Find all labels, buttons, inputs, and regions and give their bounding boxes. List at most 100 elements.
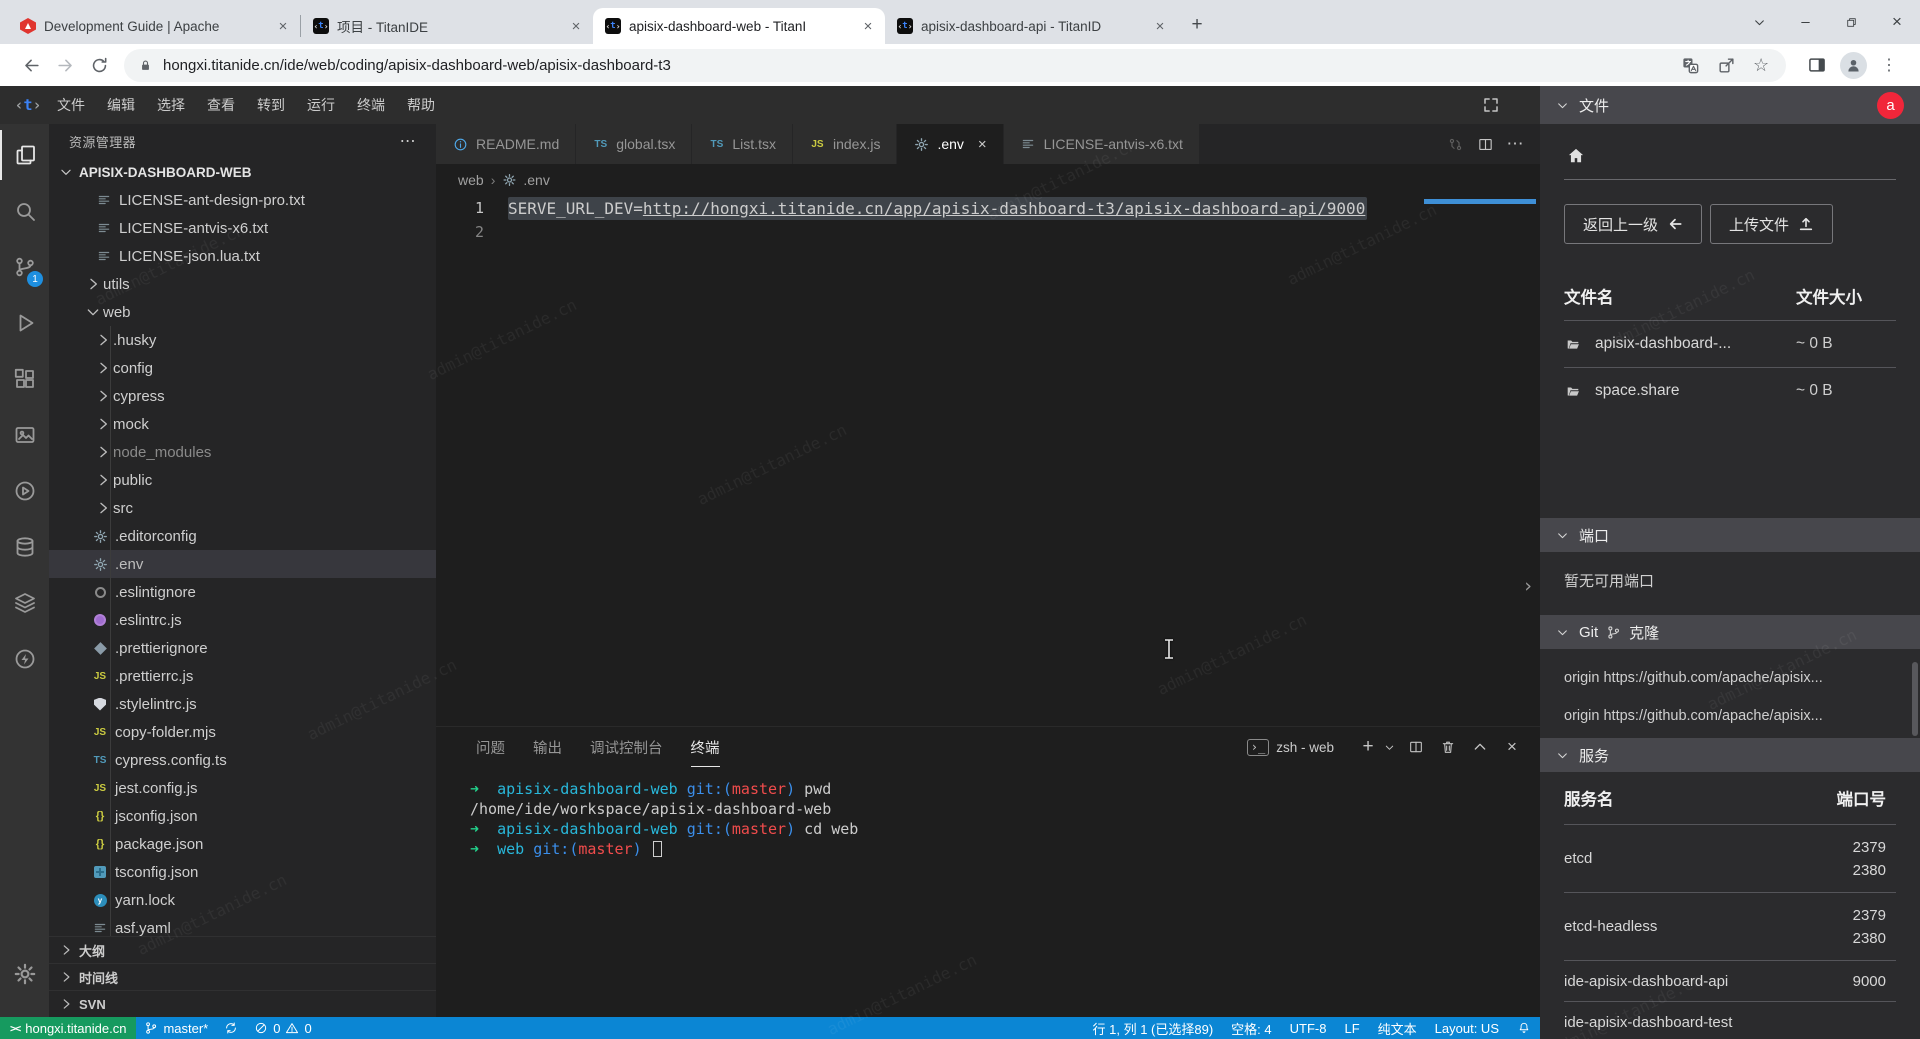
go-up-button[interactable]: 返回上一级 [1564,204,1702,244]
address-bar[interactable]: hongxi.titanide.cn/ide/web/coding/apisix… [124,49,1786,82]
terminal-dropdown-icon[interactable] [1382,735,1396,759]
language-mode[interactable]: 纯文本 [1369,1017,1426,1039]
git-remote-row[interactable]: origin https://github.com/apache/apisix.… [1564,697,1896,735]
close-tab-icon[interactable]: × [567,17,585,35]
browser-tab[interactable]: ‹t›apisix-dashboard-api - TitanID× [885,8,1177,44]
close-panel-icon[interactable]: × [1500,735,1524,759]
home-icon[interactable] [1566,146,1586,166]
split-terminal-icon[interactable] [1404,735,1428,759]
problems-indicator[interactable]: 0 0 [246,1017,319,1039]
keyboard-layout[interactable]: Layout: US [1426,1017,1508,1039]
tree-folder-config[interactable]: config [49,354,436,382]
panel-tab-问题[interactable]: 问题 [476,727,505,767]
maximize-panel-icon[interactable] [1468,735,1492,759]
shell-label[interactable]: zsh - web [1276,740,1334,755]
menu-运行[interactable]: 运行 [296,86,346,124]
tree-folder-utils[interactable]: utils [49,270,436,298]
service-row-ide-apisix-dashboard-test[interactable]: ide-apisix-dashboard-test [1564,1001,1896,1039]
browser-tab[interactable]: Development Guide | Apache× [8,8,300,44]
tree-folder-mock[interactable]: mock [49,410,436,438]
ports-section-header[interactable]: 端口 [1540,518,1920,552]
side-panel-icon[interactable] [1800,48,1834,82]
reload-icon[interactable] [82,48,116,82]
section-SVN[interactable]: SVN [49,990,436,1017]
git-section-header[interactable]: Git 克隆 [1540,615,1920,649]
activity-gallery[interactable] [0,410,49,460]
indentation[interactable]: 空格: 4 [1222,1017,1280,1039]
activity-extensions[interactable] [0,354,49,404]
encoding[interactable]: UTF-8 [1281,1017,1336,1039]
tree-folder-node_modules[interactable]: node_modules [49,438,436,466]
terminal-output[interactable]: ➜ apisix-dashboard-web git:(master) pwd/… [436,767,1540,859]
tree-file-LICENSE-antvis-x6.txt[interactable]: LICENSE-antvis-x6.txt [49,214,436,242]
minimize-button[interactable] [1782,0,1828,44]
tree-file-jsconfig.json[interactable]: {}jsconfig.json [49,802,436,830]
panel-expand-chevron[interactable]: › [1520,572,1536,600]
activity-layers[interactable] [0,578,49,628]
section-时间线[interactable]: 时间线 [49,963,436,990]
tree-file-.prettierignore[interactable]: .prettierignore [49,634,436,662]
close-tab-icon[interactable]: × [978,136,987,153]
menu-帮助[interactable]: 帮助 [396,86,446,124]
notifications-bell[interactable] [1508,1017,1540,1039]
url-link[interactable]: http://hongxi.titanide.cn/app/apisix-das… [643,199,1365,218]
share-icon[interactable] [1717,56,1736,75]
remote-indicator[interactable]: >< hongxi.titanide.cn [0,1017,136,1039]
tree-file-tsconfig.json[interactable]: tsconfig.json [49,858,436,886]
service-row-ide-apisix-dashboard-api[interactable]: ide-apisix-dashboard-api9000 [1564,960,1896,1001]
activity-search[interactable] [0,186,49,236]
tree-file-.stylelintrc.js[interactable]: .stylelintrc.js [49,690,436,718]
menu-编辑[interactable]: 编辑 [96,86,146,124]
menu-转到[interactable]: 转到 [246,86,296,124]
tree-file-.prettierrc.js[interactable]: JS.prettierrc.js [49,662,436,690]
tree-file-.eslintrc.js[interactable]: .eslintrc.js [49,606,436,634]
forward-icon[interactable] [48,48,82,82]
section-大纲[interactable]: 大纲 [49,936,436,963]
tree-folder-cypress[interactable]: cypress [49,382,436,410]
tree-file-LICENSE-ant-design-pro.txt[interactable]: LICENSE-ant-design-pro.txt [49,186,436,214]
tab-search-icon[interactable] [1736,0,1782,44]
editor-tab-global.tsx[interactable]: TSglobal.tsx [576,124,692,164]
restore-button[interactable] [1828,0,1874,44]
tree-file-yarn.lock[interactable]: yyarn.lock [49,886,436,914]
breadcrumb-folder[interactable]: web [458,172,484,188]
code-line[interactable]: 2 [436,220,1540,244]
git-clone-label[interactable]: 克隆 [1629,622,1659,643]
close-window-button[interactable]: × [1874,0,1920,44]
tree-file-.eslintignore[interactable]: .eslintignore [49,578,436,606]
new-terminal-icon[interactable]: + [1356,735,1380,759]
services-section-header[interactable]: 服务 [1540,738,1920,772]
breadcrumb-file[interactable]: .env [523,172,549,188]
tree-file-jest.config.js[interactable]: JSjest.config.js [49,774,436,802]
close-tab-icon[interactable]: × [1151,17,1169,35]
tree-file-.env[interactable]: .env [49,550,436,578]
code-line[interactable]: 1 SERVE_URL_DEV=http://hongxi.titanide.c… [436,196,1540,220]
files-section-header[interactable]: 文件 a [1540,86,1920,124]
git-remote-row[interactable]: origin https://github.com/apache/apisix.… [1564,659,1896,697]
panel-scrollbar[interactable] [1912,662,1918,736]
code-editor[interactable]: 1 SERVE_URL_DEV=http://hongxi.titanide.c… [436,196,1540,726]
kill-terminal-icon[interactable] [1436,735,1460,759]
tree-file-.editorconfig[interactable]: .editorconfig [49,522,436,550]
menu-查看[interactable]: 查看 [196,86,246,124]
sync-button[interactable] [216,1017,246,1039]
editor-tab-List.tsx[interactable]: TSList.tsx [692,124,793,164]
activity-run-debug[interactable] [0,298,49,348]
panel-tab-调试控制台[interactable]: 调试控制台 [590,727,663,767]
breadcrumb[interactable]: web › .env [436,164,1540,196]
activity-source-control[interactable]: 1 [0,242,49,292]
activity-lightning[interactable] [0,634,49,684]
bookmark-star-icon[interactable]: ☆ [1753,56,1772,75]
tree-folder-src[interactable]: src [49,494,436,522]
service-row-etcd[interactable]: etcd23792380 [1564,824,1896,892]
compare-changes-icon[interactable] [1442,131,1468,157]
service-row-etcd-headless[interactable]: etcd-headless23792380 [1564,892,1896,960]
browser-menu-icon[interactable]: ⋮ [1872,48,1906,82]
profile-avatar[interactable] [1836,48,1870,82]
file-row-space.share[interactable]: space.share~ 0 B [1564,367,1896,414]
upload-file-button[interactable]: 上传文件 [1710,204,1833,244]
translate-icon[interactable] [1681,56,1700,75]
tree-file-LICENSE-json.lua.txt[interactable]: LICENSE-json.lua.txt [49,242,436,270]
menu-文件[interactable]: 文件 [46,86,96,124]
back-icon[interactable] [14,48,48,82]
